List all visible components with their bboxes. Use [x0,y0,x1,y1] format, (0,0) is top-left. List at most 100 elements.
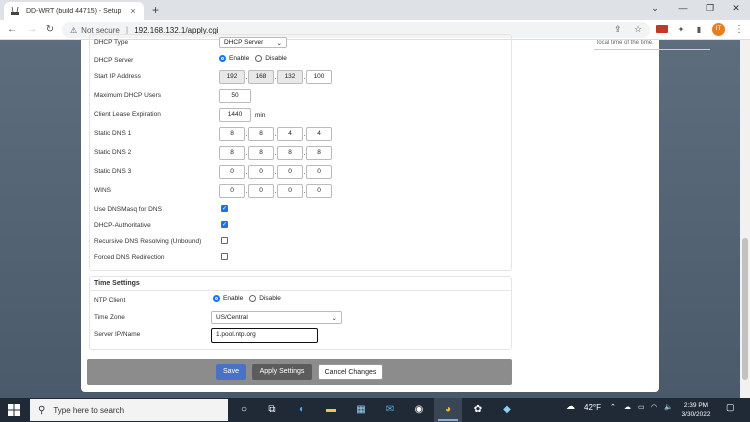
close-icon[interactable]: × [128,6,138,16]
profile-avatar[interactable]: IT [712,23,725,36]
dns1-octet-1[interactable]: 8 [219,127,245,141]
forced-dns-checkbox[interactable] [221,253,228,260]
dhcp-section: DHCP Type DHCP Server ⌄ DHCP Server Enab… [89,34,512,271]
app-icon[interactable]: ◉ [411,402,427,418]
close-window-button[interactable]: ✕ [726,3,746,14]
app-icon-2[interactable]: ◆ [499,402,515,418]
dhcp-disable-radio[interactable] [255,55,263,62]
server-name-input[interactable]: 1.pool.ntp.org [211,328,318,343]
reload-icon[interactable]: ↻ [44,24,56,35]
search-placeholder: Type here to search [53,405,125,415]
weather-cloud-icon[interactable]: ☁ [566,401,575,412]
star-icon[interactable]: ☆ [634,24,642,35]
start-ip-octet-4[interactable]: 100 [306,70,332,84]
menu-icon[interactable]: ⋮ [733,24,745,35]
dns3-octet-4[interactable]: 0 [306,165,332,179]
time-settings-section: Time Settings NTP Client Enable Disable … [89,276,512,350]
dnsmasq-checkbox[interactable]: ✓ [221,205,228,212]
ntp-enable-label: Enable [223,295,244,302]
dns2-label: Static DNS 2 [94,149,132,156]
dns3-octet-2[interactable]: 0 [248,165,274,179]
forced-dns-label: Forced DNS Redirection [94,254,165,261]
dns2-octet-1[interactable]: 8 [219,146,245,160]
dns2-octet-4[interactable]: 8 [306,146,332,160]
chevron-down-icon[interactable]: ⌄ [645,3,665,14]
time-settings-title: Time Settings [94,280,140,287]
action-button-bar: Save Apply Settings Cancel Changes [87,359,512,385]
file-explorer-icon[interactable]: ▬ [323,402,339,418]
dns3-octet-1[interactable]: 0 [219,165,245,179]
start-ip-octet-3: 132 [277,70,303,84]
store-icon[interactable]: ▦ [353,402,369,418]
dhcp-enable-label: Enable [229,55,250,62]
edge-icon[interactable]: ◐ [294,402,310,418]
dns2-octet-2[interactable]: 8 [248,146,274,160]
windows-start-icon[interactable] [8,404,20,416]
wifi-icon[interactable]: ◠ [651,403,657,411]
puzzle-icon[interactable]: ✦ [675,24,687,35]
back-arrow-icon[interactable]: ← [6,24,18,35]
lease-input[interactable]: 1440 [219,108,251,122]
forward-arrow-icon[interactable]: → [26,24,38,35]
wins-octet-1[interactable]: 0 [219,184,245,198]
chevron-up-icon[interactable]: ⌃ [610,403,616,411]
wins-label: WINS [94,187,111,194]
dns1-octet-3[interactable]: 4 [277,127,303,141]
dhcp-type-label: DHCP Type [94,39,129,46]
recursive-checkbox[interactable] [221,237,228,244]
authoritative-checkbox[interactable]: ✓ [221,221,228,228]
save-button[interactable]: Save [216,364,246,380]
task-view-icon[interactable]: ⧉ [264,402,280,418]
cortana-icon[interactable]: ○ [236,402,252,418]
lease-label: Client Lease Expiration [94,111,161,118]
start-ip-label: Start IP Address [94,73,141,80]
search-icon: ⚲ [38,404,46,416]
minimize-button[interactable]: — [673,3,693,13]
dns3-octet-3[interactable]: 0 [277,165,303,179]
wins-octet-4[interactable]: 0 [306,184,332,198]
dhcp-type-value: DHCP Server [224,39,264,46]
section-divider [90,290,511,291]
page-scrollbar[interactable] [740,40,750,398]
temperature-label[interactable]: 42°F [584,403,601,412]
notification-icon[interactable]: ▢ [726,402,735,413]
time-zone-select[interactable]: US/Central ⌄ [211,311,342,324]
chrome-icon[interactable]: ◕ [440,402,456,418]
authoritative-label: DHCP-Authoritative [94,222,151,229]
dns1-octet-2[interactable]: 8 [248,127,274,141]
settings-panel: local time of the time. DHCP Type DHCP S… [81,34,710,392]
ntp-disable-radio[interactable] [249,295,257,302]
mail-icon[interactable]: ✉ [382,402,398,418]
dns3-label: Static DNS 3 [94,168,132,175]
max-users-input[interactable]: 50 [219,89,251,103]
max-users-label: Maximum DHCP Users [94,92,162,99]
maximize-button[interactable]: ❐ [700,3,720,14]
scrollbar-thumb[interactable] [742,238,748,380]
cancel-changes-button[interactable]: Cancel Changes [318,364,383,380]
lease-unit: min [255,111,266,119]
dns2-octet-3[interactable]: 8 [277,146,303,160]
network-tool-icon[interactable]: ✿ [470,402,486,418]
wins-octet-3[interactable]: 0 [277,184,303,198]
extension-icon[interactable] [656,25,668,33]
taskbar-search-box[interactable]: ⚲ Type here to search [30,399,228,421]
volume-icon[interactable]: 🔈 [664,403,673,411]
ntp-enable-radio[interactable] [213,295,220,302]
sidebar-icon[interactable]: ▮ [693,24,705,35]
system-clock[interactable]: 2:39 PM 3/30/2022 [676,401,716,419]
wins-octet-2[interactable]: 0 [248,184,274,198]
new-tab-button[interactable]: + [152,3,159,17]
dhcp-type-select[interactable]: DHCP Server ⌄ [219,37,287,48]
dns1-octet-4[interactable]: 4 [306,127,332,141]
share-icon[interactable]: ⇪ [614,24,622,35]
display-icon[interactable]: ▭ [638,403,645,411]
dhcp-enable-radio[interactable] [219,55,226,62]
chevron-down-icon: ⌄ [331,314,337,322]
apply-settings-button[interactable]: Apply Settings [252,364,312,380]
cloud-sync-icon[interactable]: ☁ [624,403,631,411]
start-ip-octet-1: 192 [219,70,245,84]
browser-tab[interactable]: DD-WRT (build 44715) - Setup × [4,2,144,20]
title-bar: DD-WRT (build 44715) - Setup × + ⌄ — ❐ ✕ [0,0,750,20]
warning-icon: ⚠ [70,25,78,35]
recursive-label: Recursive DNS Resolving (Unbound) [94,238,202,245]
